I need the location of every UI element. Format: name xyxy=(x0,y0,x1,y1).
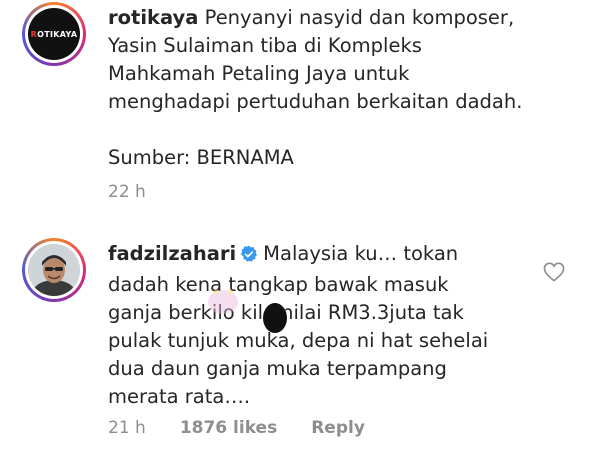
avatar-rotikaya[interactable]: ROTIKAYA xyxy=(22,2,86,66)
comment-body: fadzilzahari Malaysia ku… tokan dadah ken… xyxy=(108,240,538,411)
reply-button[interactable]: Reply xyxy=(311,418,365,438)
comment-meta: 22 h xyxy=(108,182,146,202)
comment-body: rotikaya Penyanyi nasyid dan komposer, Y… xyxy=(108,4,588,116)
profile-photo-icon xyxy=(28,244,80,296)
comment-text: Malaysia ku… tokan dadah kena tangkap ba… xyxy=(108,242,489,408)
rotikaya-logo: ROTIKAYA xyxy=(30,29,78,39)
comment-time[interactable]: 22 h xyxy=(108,182,146,202)
verified-badge-icon xyxy=(240,243,258,271)
likes-count[interactable]: 1876 likes xyxy=(180,418,277,438)
heart-icon[interactable] xyxy=(543,262,565,286)
comment-source: Sumber: BERNAMA xyxy=(108,146,294,169)
comment-meta: 21 h 1876 likes Reply xyxy=(108,418,365,438)
comment-username[interactable]: fadzilzahari xyxy=(108,242,236,265)
comment-time[interactable]: 21 h xyxy=(108,418,146,438)
avatar-fadzilzahari[interactable] xyxy=(22,238,86,302)
censor-blob xyxy=(263,303,287,333)
comment-username[interactable]: rotikaya xyxy=(108,6,198,29)
